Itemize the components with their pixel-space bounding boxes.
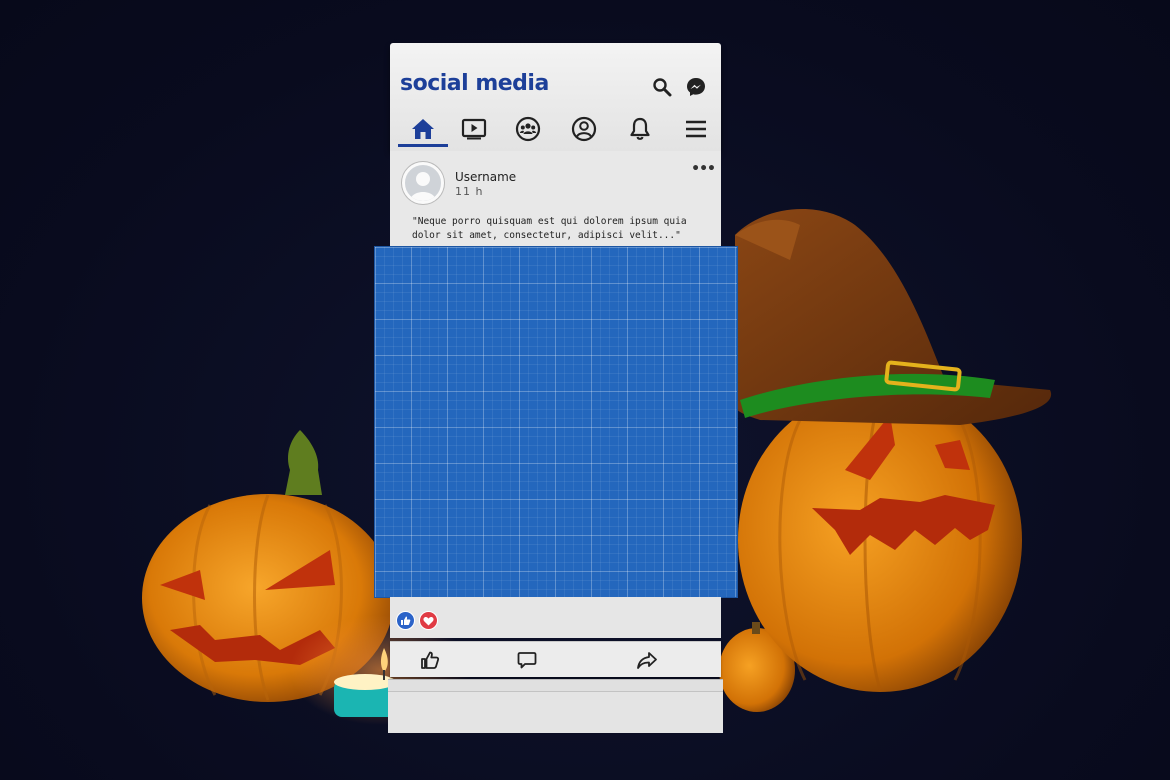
app-header: social media	[390, 43, 721, 151]
heart-glyph	[423, 616, 434, 625]
post-header: Username 11 h ••• "Neque porro quisquam …	[390, 151, 721, 247]
scene: social media Username 11 h ••• "Neque po…	[0, 0, 1170, 780]
tab-profile[interactable]	[559, 109, 609, 149]
search-icon	[653, 78, 672, 97]
right-pumpkin	[738, 388, 1022, 692]
post-username[interactable]: Username	[455, 170, 516, 184]
home-icon	[412, 119, 434, 139]
tab-notifications[interactable]	[615, 109, 665, 149]
phone-mockup: social media Username 11 h ••• "Neque po…	[375, 43, 737, 733]
groups-icon	[515, 116, 541, 142]
thumb-up-glyph	[401, 616, 411, 625]
messenger-icon	[687, 78, 705, 96]
post-image-placeholder[interactable]	[375, 247, 737, 597]
video-icon	[461, 118, 487, 140]
search-button[interactable]	[650, 75, 674, 99]
comment-button[interactable]	[515, 649, 539, 671]
tab-home[interactable]	[398, 109, 448, 149]
post-actions	[390, 641, 721, 677]
notifications-icon	[630, 117, 650, 140]
more-options-button[interactable]: •••	[691, 161, 716, 177]
nav-bar	[390, 109, 721, 149]
messenger-button[interactable]	[684, 75, 708, 99]
love-reaction-icon[interactable]	[419, 611, 438, 630]
like-button[interactable]	[418, 649, 442, 671]
profile-icon	[571, 116, 597, 142]
post-time: 11 h	[455, 185, 484, 198]
tab-groups[interactable]	[503, 109, 553, 149]
tab-video[interactable]	[449, 109, 499, 149]
like-icon	[421, 651, 440, 669]
app-title: social media	[400, 71, 549, 96]
reactions-bar	[390, 597, 721, 638]
comment-icon	[517, 652, 537, 669]
avatar[interactable]	[402, 162, 444, 204]
witch-hat	[734, 208, 1052, 425]
tab-menu[interactable]	[671, 109, 721, 149]
post-text: "Neque porro quisquam est qui dolorem ip…	[412, 216, 687, 241]
card-base-bottom	[388, 691, 723, 733]
share-button[interactable]	[635, 649, 659, 671]
like-reaction-icon[interactable]	[396, 611, 415, 630]
active-tab-indicator	[398, 144, 448, 147]
share-icon	[637, 652, 657, 669]
menu-icon	[686, 120, 706, 138]
user-silhouette-icon	[410, 172, 436, 201]
card-base-top	[388, 679, 723, 691]
